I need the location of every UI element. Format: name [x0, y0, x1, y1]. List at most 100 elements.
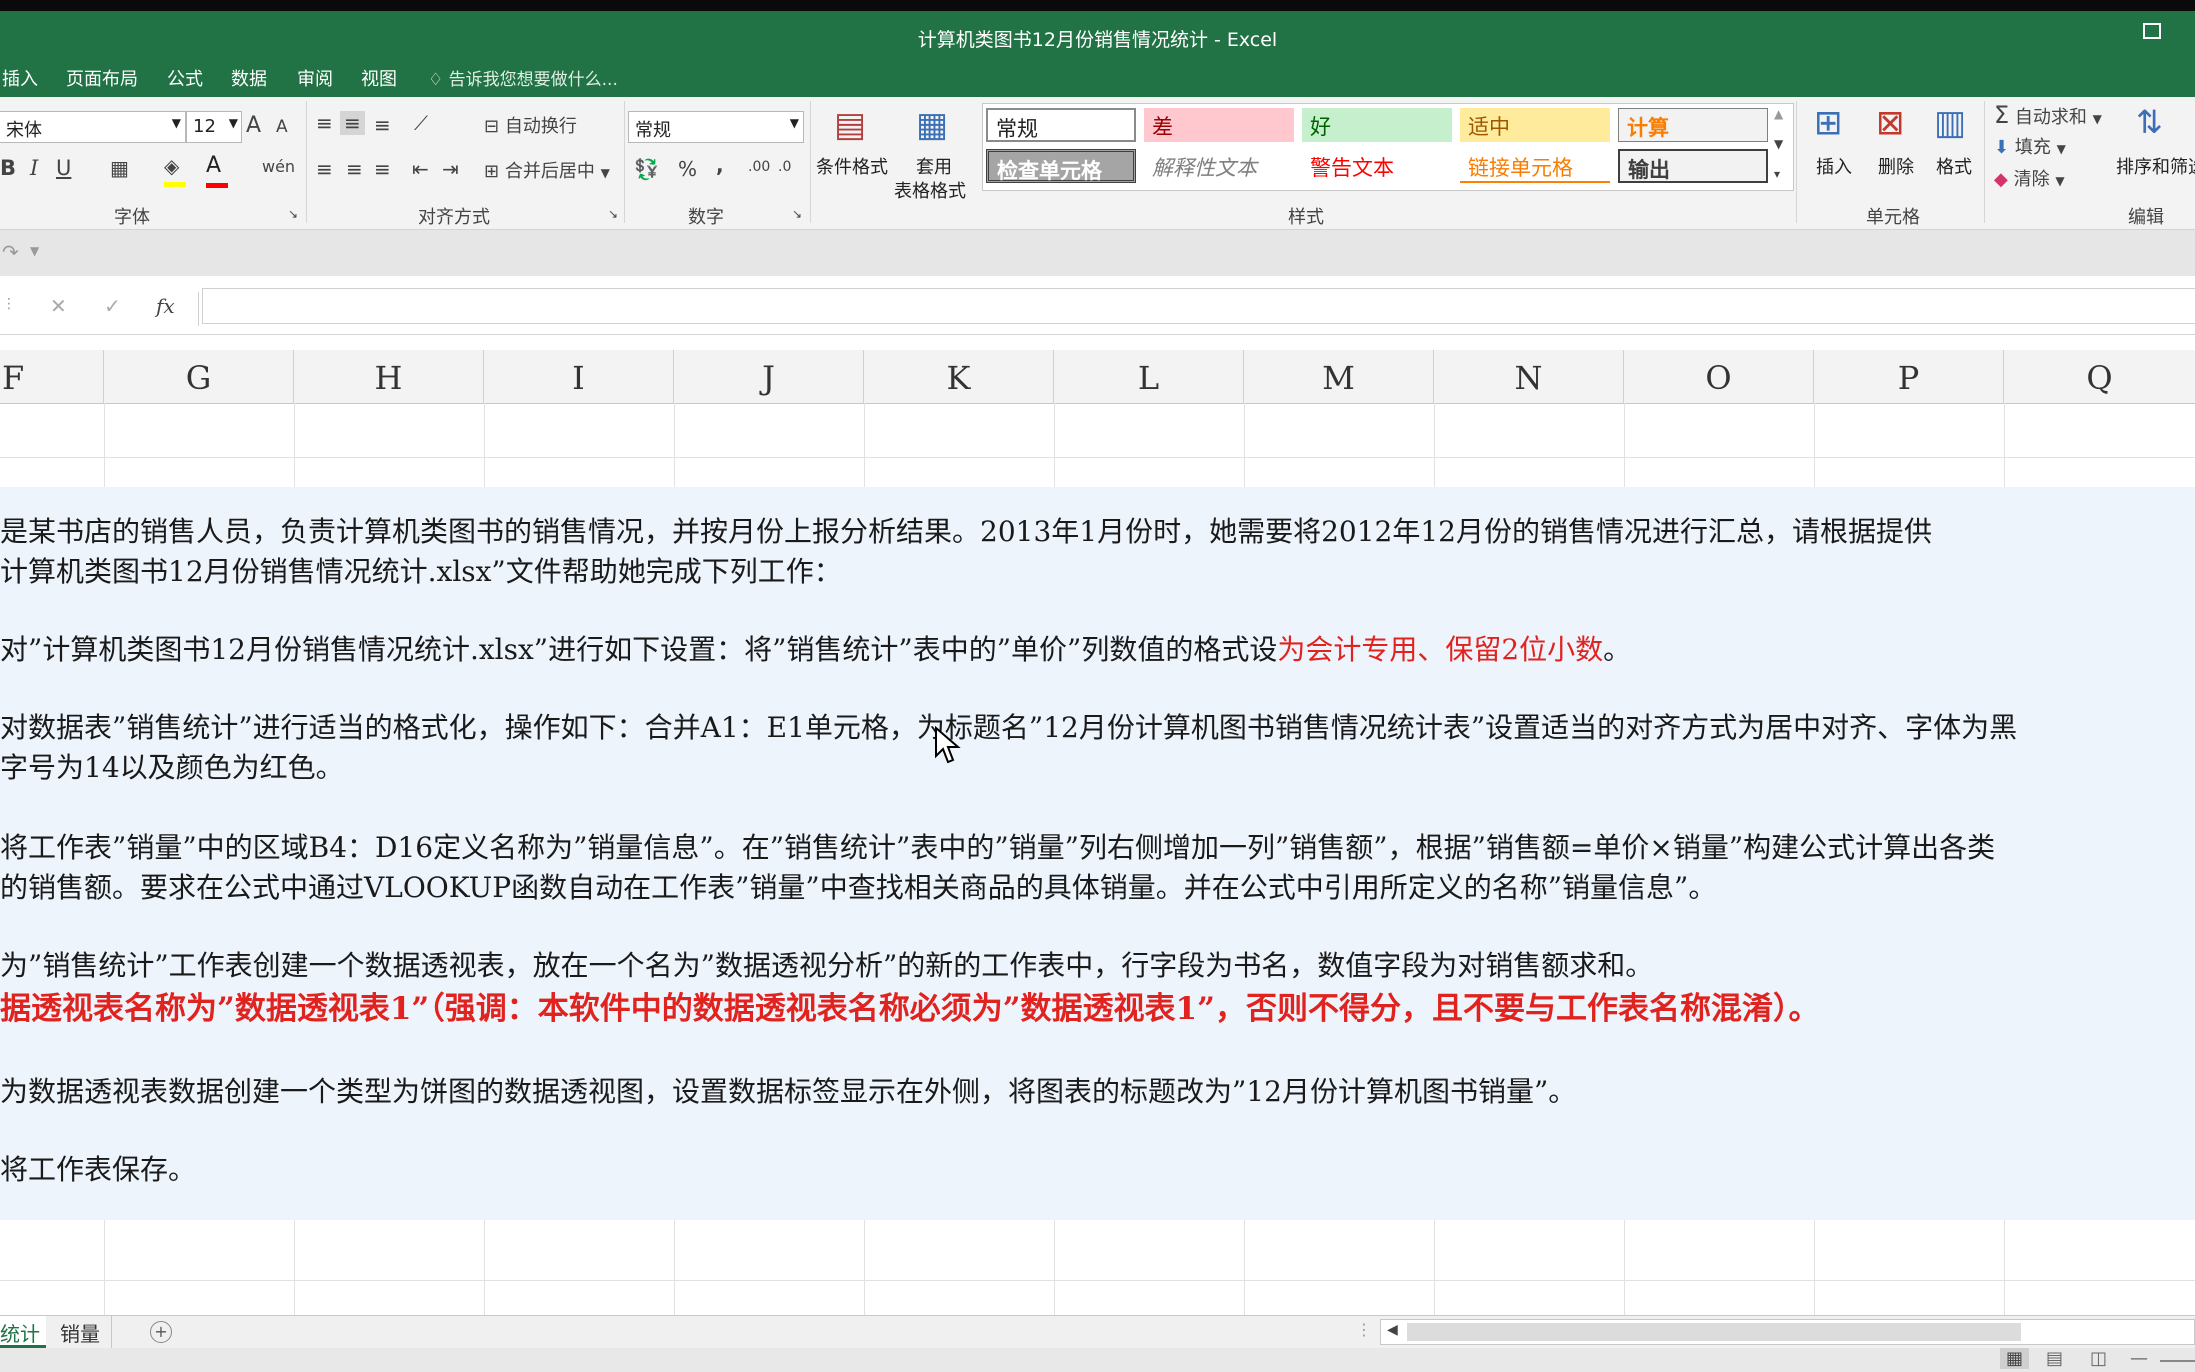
column-header-k[interactable]: K: [864, 350, 1054, 403]
sheet-tab-sales-volume[interactable]: 销量: [50, 1316, 112, 1348]
style-normal[interactable]: 常规: [986, 108, 1136, 142]
column-header-m[interactable]: M: [1244, 350, 1434, 403]
style-bad[interactable]: 差: [1144, 108, 1294, 142]
align-left-icon[interactable]: ≡: [316, 157, 333, 181]
number-format-dropdown[interactable]: 常规 ▼: [628, 111, 804, 143]
autosum-button[interactable]: Σ 自动求和 ▼: [1994, 101, 2102, 129]
orientation-icon[interactable]: ⟋: [414, 111, 428, 135]
tab-insert[interactable]: 插入: [2, 65, 38, 91]
insert-function-icon[interactable]: fx: [156, 294, 175, 318]
group-divider: [306, 101, 307, 223]
align-top-icon[interactable]: ≡: [316, 111, 333, 135]
accounting-format-icon[interactable]: 💱: [634, 157, 659, 181]
tab-review[interactable]: 审阅: [297, 65, 333, 91]
tab-view[interactable]: 视图: [361, 65, 397, 91]
sort-filter-button[interactable]: ⇅ 排序和筛选: [2112, 101, 2195, 201]
column-header-o[interactable]: O: [1624, 350, 1814, 403]
chevron-down-icon[interactable]: ▼: [30, 244, 39, 258]
underline-button[interactable]: U: [56, 156, 71, 180]
decrease-decimal-icon[interactable]: .0: [778, 159, 791, 175]
style-check-cell[interactable]: 检查单元格: [986, 149, 1136, 183]
column-header-f[interactable]: F: [0, 350, 104, 403]
column-header-n[interactable]: N: [1434, 350, 1624, 403]
gallery-down-icon[interactable]: ▼: [1774, 137, 1783, 151]
horizontal-scrollbar[interactable]: ◀: [1380, 1319, 2195, 1345]
decrease-indent-icon[interactable]: ⇤: [412, 157, 429, 181]
shrink-font-icon[interactable]: A: [276, 117, 288, 137]
delete-cells-icon: ⊠: [1876, 103, 1905, 143]
grow-font-icon[interactable]: A: [246, 113, 261, 138]
format-as-table-button[interactable]: ▦ 套用 表格格式: [894, 101, 980, 202]
page-layout-view-icon[interactable]: ▤: [2046, 1348, 2063, 1369]
ribbon-tabs: 插入 页面布局 公式 数据 审阅 视图 ♢ 告诉我您想要做什么...: [0, 57, 2195, 97]
increase-indent-icon[interactable]: ⇥: [442, 157, 459, 181]
ribbon-display-icon[interactable]: [2143, 23, 2161, 39]
dialog-launcher-icon[interactable]: ↘: [792, 207, 802, 221]
tell-me-search[interactable]: ♢ 告诉我您想要做什么...: [428, 65, 618, 90]
normal-view-icon[interactable]: ▦: [2000, 1348, 2030, 1369]
gallery-up-icon[interactable]: ▲: [1774, 107, 1783, 121]
style-good[interactable]: 好: [1302, 108, 1452, 142]
style-warning[interactable]: 警告文本: [1302, 149, 1452, 183]
wrap-text-button[interactable]: ⊟ 自动换行: [484, 112, 577, 138]
column-header-j[interactable]: J: [674, 350, 864, 403]
tab-formulas[interactable]: 公式: [167, 65, 203, 91]
add-sheet-button[interactable]: +: [150, 1321, 172, 1343]
instruction-text-box[interactable]: 是某书店的销售人员，负责计算机类图书的销售情况，并按月份上报分析结果。2013年…: [0, 487, 2195, 1220]
column-header-i[interactable]: I: [484, 350, 674, 403]
eraser-icon: ◆: [1994, 169, 2008, 190]
increase-decimal-icon[interactable]: .00: [748, 159, 770, 175]
merge-center-button[interactable]: ⊞ 合并后居中 ▼: [484, 157, 610, 183]
redo-icon[interactable]: ↷: [2, 240, 19, 264]
gallery-more-icon[interactable]: ▾: [1774, 167, 1780, 181]
style-calculation[interactable]: 计算: [1618, 108, 1768, 142]
phonetic-icon[interactable]: wén: [262, 157, 295, 176]
cancel-icon[interactable]: ✕: [50, 294, 67, 318]
column-header-q[interactable]: Q: [2004, 350, 2195, 403]
format-cells-button[interactable]: ▥ 格式: [1926, 101, 1986, 201]
formula-input[interactable]: [202, 288, 2195, 324]
highlight-red-text: 为会计专用、保留2位小数: [1277, 633, 1604, 666]
column-header-g[interactable]: G: [104, 350, 294, 403]
comma-button[interactable]: ,: [716, 153, 724, 177]
instruction-line: 为数据透视表数据创建一个类型为饼图的数据透视图，设置数据标签显示在外侧，将图表的…: [0, 1075, 1577, 1108]
fill-color-icon[interactable]: ◈: [164, 154, 186, 187]
font-size-dropdown[interactable]: 12 ▼: [186, 111, 242, 143]
tab-data[interactable]: 数据: [231, 65, 267, 91]
style-explanatory[interactable]: 解释性文本: [1144, 149, 1294, 183]
bold-button[interactable]: B: [0, 156, 16, 180]
align-bottom-icon[interactable]: ≡: [374, 113, 391, 137]
percent-button[interactable]: %: [678, 157, 697, 181]
page-break-view-icon[interactable]: ◫: [2090, 1348, 2107, 1369]
style-linked-cell[interactable]: 链接单元格: [1460, 149, 1610, 183]
scrollbar-thumb[interactable]: [1407, 1323, 2021, 1341]
align-center-icon[interactable]: ≡: [346, 157, 363, 181]
tab-page-layout[interactable]: 页面布局: [66, 65, 138, 91]
sheet-tab-bar: 统计 销量 + ⋮ ◀: [0, 1315, 2195, 1349]
dialog-launcher-icon[interactable]: ↘: [608, 207, 618, 221]
font-color-icon[interactable]: A: [206, 153, 228, 188]
fill-button[interactable]: ⬇ 填充 ▼: [1994, 133, 2066, 159]
conditional-formatting-button[interactable]: ▤ 条件格式: [814, 101, 890, 201]
clear-button[interactable]: ◆ 清除 ▼: [1994, 165, 2065, 191]
insert-cells-button[interactable]: ⊞ 插入: [1804, 101, 1866, 201]
sheet-tab-sales-stats[interactable]: 统计: [0, 1316, 46, 1348]
zoom-out-icon[interactable]: —: [2130, 1348, 2148, 1369]
style-neutral[interactable]: 适中: [1460, 108, 1610, 142]
align-middle-icon[interactable]: ≡: [340, 111, 365, 135]
column-header-l[interactable]: L: [1054, 350, 1244, 403]
dialog-launcher-icon[interactable]: ↘: [288, 207, 298, 221]
style-output[interactable]: 输出: [1618, 149, 1768, 183]
tab-split-icon[interactable]: ⋮: [1356, 1320, 1372, 1339]
scroll-left-icon[interactable]: ◀: [1387, 1322, 1398, 1338]
borders-icon[interactable]: ▦: [110, 156, 129, 180]
delete-cells-button[interactable]: ⊠ 删除: [1866, 101, 1926, 201]
align-right-icon[interactable]: ≡: [374, 157, 391, 181]
column-header-h[interactable]: H: [294, 350, 484, 403]
font-name-dropdown[interactable]: 宋体 ▼: [0, 111, 186, 143]
enter-icon[interactable]: ✓: [104, 294, 121, 318]
cells-group-label: 单元格: [1866, 207, 1920, 228]
column-header-p[interactable]: P: [1814, 350, 2004, 403]
zoom-slider[interactable]: [2160, 1360, 2195, 1362]
italic-button[interactable]: I: [30, 156, 38, 180]
